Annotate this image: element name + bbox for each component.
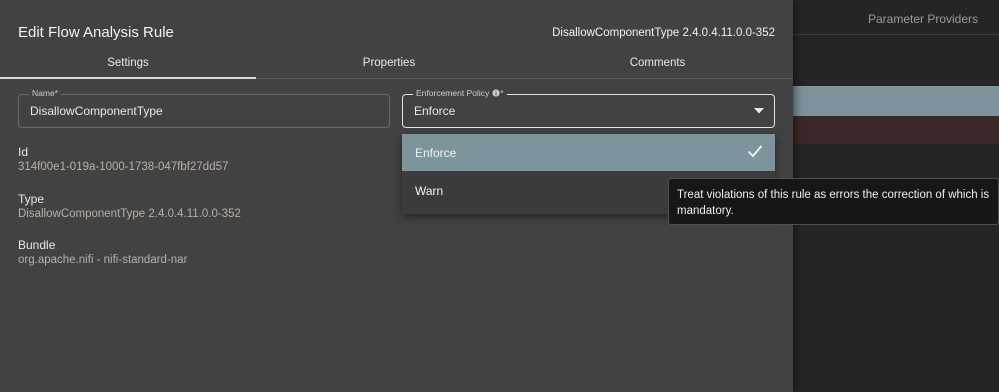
dropdown-arrow-icon[interactable] <box>754 108 764 114</box>
id-label: Id <box>18 145 29 159</box>
check-icon <box>747 145 763 158</box>
enforcement-policy-label-text: Enforcement Policy <box>416 88 490 98</box>
dialog-title: Edit Flow Analysis Rule <box>18 24 174 41</box>
type-label: Type <box>18 192 45 206</box>
option-enforce[interactable]: Enforce <box>402 134 775 171</box>
bundle-label: Bundle <box>18 238 56 252</box>
id-value: 314f00e1-019a-1000-1738-047fbf27dd57 <box>18 161 229 173</box>
name-field[interactable]: Name* DisallowComponentType <box>18 88 390 128</box>
tab-comments[interactable]: Comments <box>522 52 793 78</box>
tab-settings[interactable]: Settings <box>0 52 256 79</box>
name-field-value[interactable]: DisallowComponentType <box>30 104 163 118</box>
background-selected-row <box>793 86 999 116</box>
type-value: DisallowComponentType 2.4.0.4.11.0.0-352 <box>18 208 241 220</box>
dialog-tabs: Settings Properties Comments <box>0 52 793 79</box>
enforce-tooltip: Treat violations of this rule as errors … <box>668 178 999 225</box>
tab-properties[interactable]: Properties <box>256 52 522 78</box>
component-version: DisallowComponentType 2.4.0.4.11.0.0-352 <box>552 27 775 39</box>
bundle-value: org.apache.nifi - nifi-standard-nar <box>18 254 188 266</box>
name-field-label: Name* <box>29 88 61 98</box>
option-enforce-label: Enforce <box>415 146 457 160</box>
option-warn-label: Warn <box>415 184 444 198</box>
enforcement-policy-select[interactable]: Enforcement Policy * Enforce <box>402 88 775 128</box>
required-mark: * <box>500 88 504 98</box>
tab-parameter-providers[interactable]: Parameter Providers <box>848 12 998 26</box>
background-error-row <box>793 116 999 144</box>
info-icon[interactable] <box>492 89 500 97</box>
enforcement-policy-value: Enforce <box>414 104 456 118</box>
enforcement-policy-label: Enforcement Policy * <box>413 88 507 98</box>
background-divider <box>793 34 999 35</box>
